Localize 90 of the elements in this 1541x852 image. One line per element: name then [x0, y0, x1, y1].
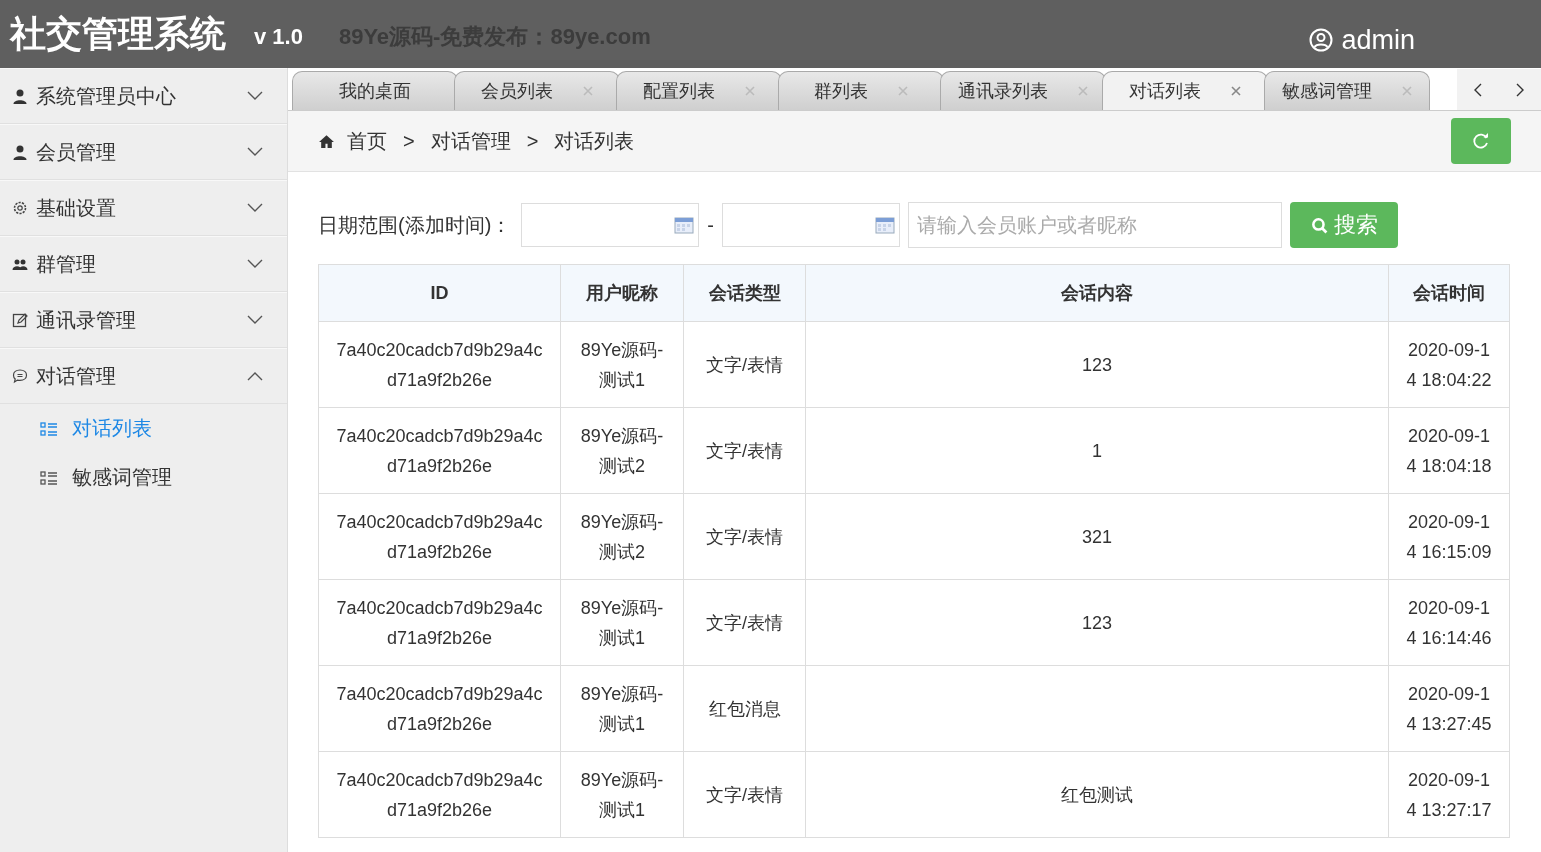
table-cell: 2020-09-14 13:27:17	[1388, 751, 1510, 838]
table-cell: 89Ye源码-测试2	[560, 493, 684, 580]
list-icon	[40, 420, 58, 437]
chevron-up-icon	[247, 371, 263, 381]
table-cell: 7a40c20cadcb7d9b29a4cd71a9f2b26e	[318, 321, 561, 408]
edit-icon	[12, 312, 28, 328]
table-cell: 文字/表情	[683, 493, 806, 580]
table-cell: 红包测试	[805, 751, 1389, 838]
date-range-label: 日期范围(添加时间)：	[318, 212, 512, 238]
sidebar-item[interactable]: 群管理	[0, 236, 287, 292]
chevron-down-icon	[247, 315, 263, 325]
chevron-down-icon	[247, 91, 263, 101]
range-separator: -	[707, 213, 714, 237]
tab[interactable]: 群列表	[778, 71, 944, 110]
sidebar-label: 基础设置	[36, 195, 117, 221]
user-icon	[12, 144, 28, 160]
table-cell: 7a40c20cadcb7d9b29a4cd71a9f2b26e	[318, 493, 561, 580]
sidebar-item[interactable]: 会员管理	[0, 124, 287, 180]
table-cell: 2020-09-14 13:27:45	[1388, 665, 1510, 752]
date-field[interactable]	[521, 203, 700, 247]
close-icon[interactable]	[1231, 86, 1241, 96]
table-cell: 2020-09-14 18:04:18	[1388, 407, 1510, 494]
table-cell: 89Ye源码-测试1	[560, 751, 684, 838]
sidebar-label: 群管理	[36, 251, 97, 277]
breadcrumb-link[interactable]: 对话管理	[430, 127, 511, 155]
chat-icon	[12, 368, 28, 384]
sidebar-label: 对话管理	[36, 363, 117, 389]
table-cell: 7a40c20cadcb7d9b29a4cd71a9f2b26e	[318, 579, 561, 666]
table-cell: 2020-09-14 16:14:46	[1388, 579, 1510, 666]
chevron-down-icon	[247, 203, 263, 213]
table-cell: 7a40c20cadcb7d9b29a4cd71a9f2b26e	[318, 665, 561, 752]
sidebar-label: 通讯录管理	[36, 307, 137, 333]
breadcrumb-separator: >	[403, 129, 415, 153]
chevron-down-icon	[247, 259, 263, 269]
sidebar-label: 系统管理员中心	[36, 83, 177, 109]
table-cell: 321	[805, 493, 1389, 580]
close-icon[interactable]	[583, 86, 593, 96]
table-cell: 文字/表情	[683, 751, 806, 838]
list-icon	[40, 469, 58, 486]
table-cell: 89Ye源码-测试2	[560, 407, 684, 494]
table-cell: 89Ye源码-测试1	[560, 321, 684, 408]
table-cell: 123	[805, 321, 1389, 408]
sidebar-item[interactable]: 对话管理	[0, 348, 287, 404]
table-cell: 7a40c20cadcb7d9b29a4cd71a9f2b26e	[318, 751, 561, 838]
table-cell: 文字/表情	[683, 579, 806, 666]
app-title: 社交管理系统	[10, 11, 226, 56]
calendar-icon	[674, 216, 695, 234]
table-cell: 文字/表情	[683, 321, 806, 408]
table-cell: 2020-09-14 18:04:22	[1388, 321, 1510, 408]
sidebar-label: 会员管理	[36, 139, 117, 165]
column-header: 会话时间	[1388, 264, 1510, 322]
version-label: v 1.0	[254, 24, 303, 50]
chevron-right-icon[interactable]	[1515, 81, 1525, 98]
search-icon	[1310, 216, 1328, 234]
refresh-icon	[1471, 131, 1491, 151]
home-icon	[318, 133, 335, 149]
chevron-left-icon[interactable]	[1473, 81, 1483, 98]
chevron-down-icon	[247, 147, 263, 157]
submenu-item[interactable]: 敏感词管理	[0, 453, 287, 502]
table-cell: 2020-09-14 16:15:09	[1388, 493, 1510, 580]
close-icon[interactable]	[898, 86, 908, 96]
tab[interactable]: 敏感词管理	[1264, 71, 1430, 110]
breadcrumb-link[interactable]: 首页	[347, 127, 387, 155]
close-icon[interactable]	[1078, 86, 1088, 96]
sidebar-item[interactable]: 基础设置	[0, 180, 287, 236]
table-cell: 文字/表情	[683, 407, 806, 494]
gear-icon	[12, 200, 28, 216]
column-header: 用户昵称	[560, 264, 684, 322]
close-icon[interactable]	[1402, 86, 1412, 96]
calendar-icon	[875, 216, 895, 234]
table-cell: 89Ye源码-测试1	[560, 579, 684, 666]
refresh-button[interactable]	[1451, 118, 1511, 164]
column-header: ID	[318, 264, 561, 322]
tab[interactable]: 通讯录列表	[940, 71, 1106, 110]
user-icon	[1309, 28, 1334, 52]
table-cell: 红包消息	[683, 665, 806, 752]
user-name[interactable]: admin	[1341, 24, 1415, 56]
table-cell: 1	[805, 407, 1389, 494]
search-field[interactable]: 请输入会员账户或者昵称	[908, 202, 1282, 248]
user-icon	[12, 88, 28, 104]
table-cell: 7a40c20cadcb7d9b29a4cd71a9f2b26e	[318, 407, 561, 494]
table-cell: 89Ye源码-测试1	[560, 665, 684, 752]
column-header: 会话内容	[805, 264, 1389, 322]
close-icon[interactable]	[745, 86, 755, 96]
breadcrumb-separator: >	[526, 129, 539, 153]
date-field[interactable]	[722, 203, 900, 247]
sidebar-item[interactable]: 通讯录管理	[0, 292, 287, 348]
sidebar-item[interactable]: 系统管理员中心	[0, 68, 287, 124]
column-header: 会话类型	[683, 264, 806, 322]
table-cell: 123	[805, 579, 1389, 666]
